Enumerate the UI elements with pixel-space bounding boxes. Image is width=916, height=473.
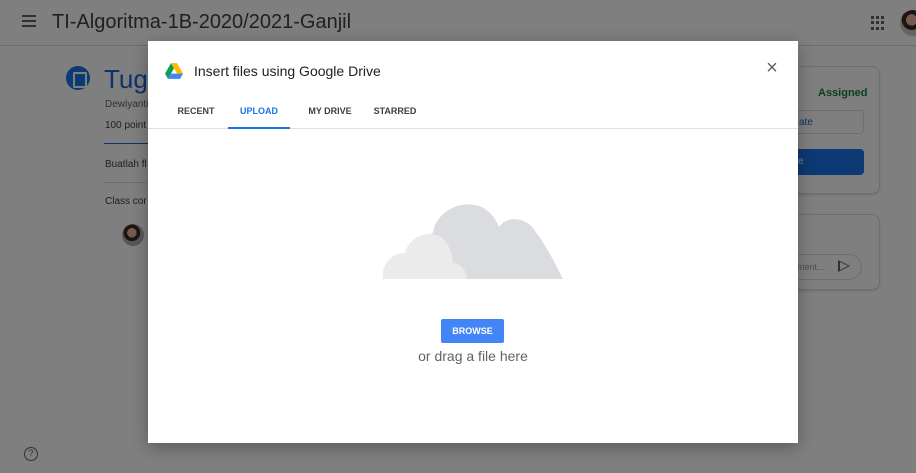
tab-recent[interactable]: RECENT: [170, 99, 222, 129]
tab-my-drive[interactable]: MY DRIVE: [299, 99, 361, 129]
tab-starred[interactable]: STARRED: [369, 99, 421, 129]
google-drive-dialog: Insert files using Google Drive × RECENT…: [148, 41, 798, 443]
close-icon[interactable]: ×: [763, 58, 781, 78]
drop-zone-hint: or drag a file here: [418, 348, 528, 364]
cloud-upload-icon: [383, 204, 563, 279]
tab-bar: RECENT UPLOAD MY DRIVE STARRED: [148, 99, 798, 129]
tab-upload[interactable]: UPLOAD: [228, 99, 290, 129]
google-drive-icon: [165, 63, 183, 79]
browse-button[interactable]: BROWSE: [441, 319, 504, 343]
dialog-title: Insert files using Google Drive: [194, 63, 381, 79]
